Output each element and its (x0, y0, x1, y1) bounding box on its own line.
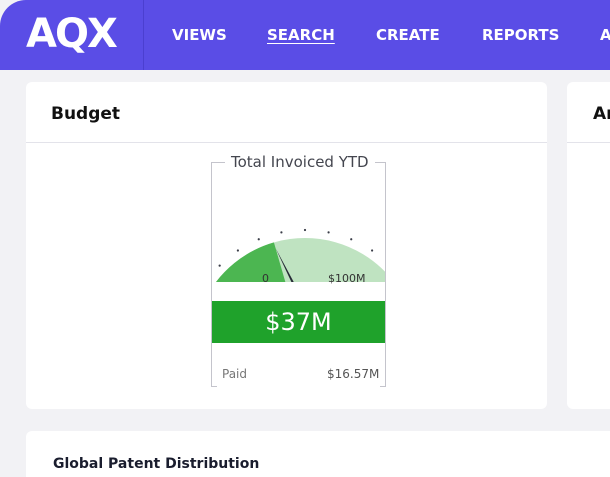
gauge-value: $37M (212, 301, 385, 343)
global-patent-title: Global Patent Distribution (53, 456, 260, 472)
gauge-tick (257, 238, 260, 241)
paid-value: $16.57M (327, 367, 380, 381)
paid-label: Paid (222, 367, 248, 381)
gauge-frame-corner (211, 379, 217, 387)
gauge-chart (216, 228, 385, 282)
logo-container[interactable]: AQX (0, 0, 144, 70)
nav-reports[interactable]: REPORTS (482, 26, 559, 44)
gauge-tick (371, 249, 374, 252)
secondary-card-title: Ar (593, 104, 610, 124)
nav-search[interactable]: SEARCH (267, 26, 335, 44)
nav-views[interactable]: VIEWS (172, 26, 227, 44)
global-patent-card: Global Patent Distribution (26, 431, 610, 477)
gauge-tick (280, 231, 283, 234)
gauge-max-label: $100M (328, 272, 366, 285)
card-divider (567, 142, 610, 143)
gauge-tick (236, 249, 239, 252)
gauge-tick (218, 264, 221, 267)
gauge-title: Total Invoiced YTD (225, 153, 375, 171)
secondary-card: Ar (567, 82, 610, 409)
card-divider (26, 142, 547, 143)
nav-create[interactable]: CREATE (376, 26, 440, 44)
top-navigation-bar: AQX VIEWS SEARCH CREATE REPORTS A (0, 0, 610, 70)
gauge-tick (303, 228, 307, 232)
nav-item-truncated[interactable]: A (600, 26, 610, 44)
app-logo[interactable]: AQX (26, 13, 118, 55)
gauge-frame-corner (380, 379, 386, 387)
gauge-tick (327, 231, 330, 234)
gauge-tick (350, 238, 353, 241)
gauge-min-label: 0 (262, 272, 269, 285)
budget-card-title: Budget (51, 104, 121, 124)
budget-card: Budget Total Invoiced YTD 0 $100M $37M P… (26, 82, 547, 409)
